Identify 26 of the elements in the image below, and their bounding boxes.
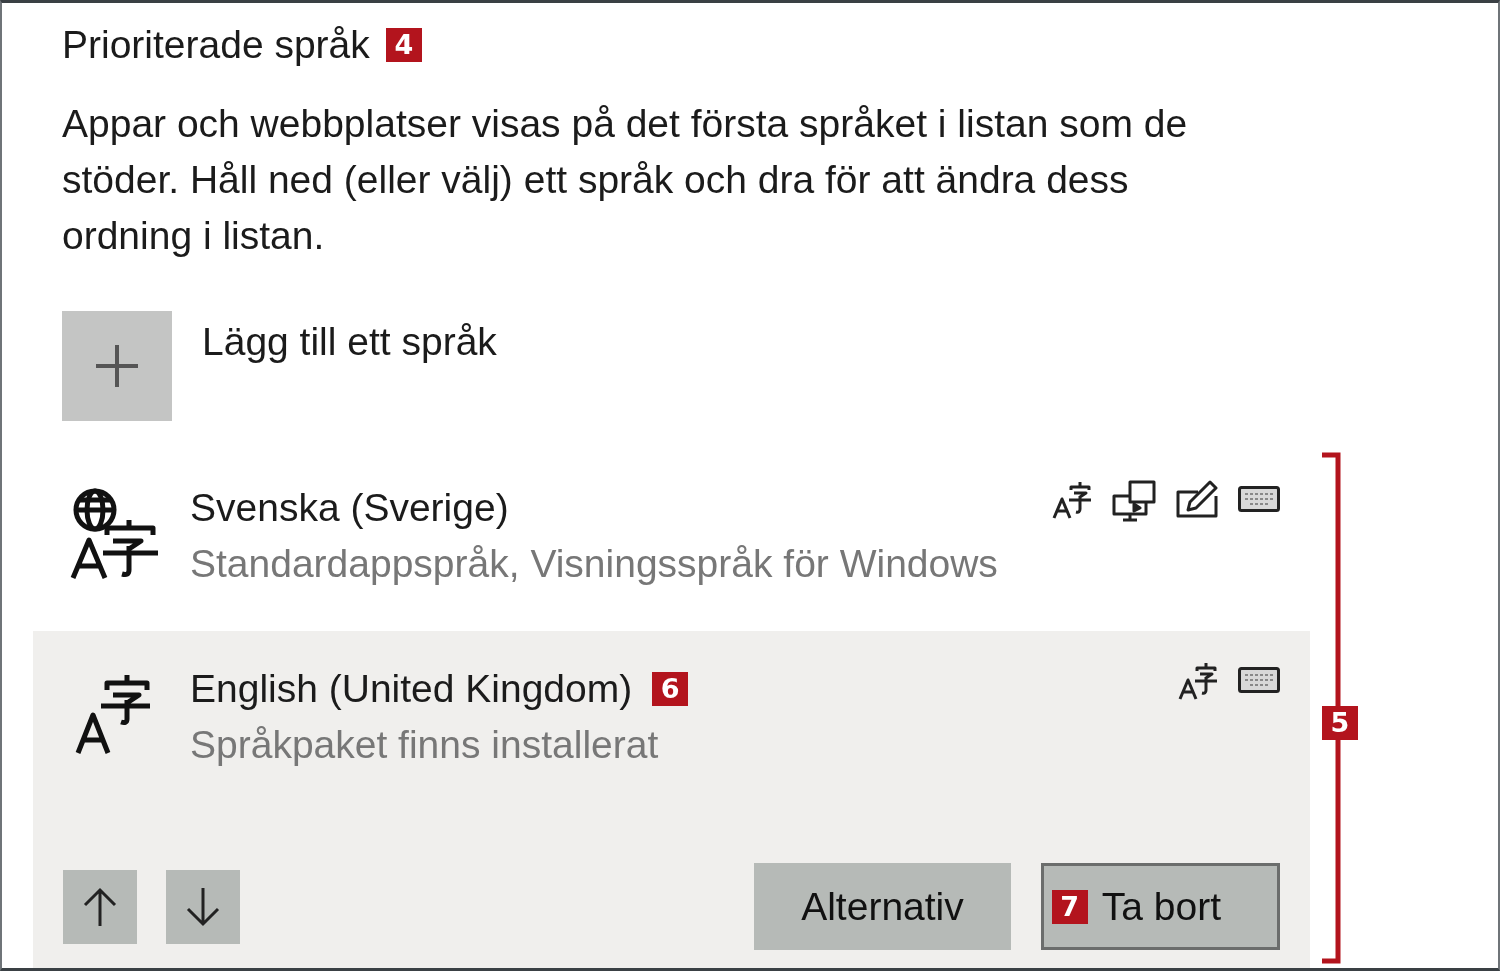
callout-badge: 4	[385, 28, 422, 62]
callout-badge: 7	[1051, 889, 1088, 924]
description-text: Appar och webbplatser visas på det första språket i listan som de stöder. Håll ned (eller välj) ett språk och dra för att ändra dess ordning i listan.	[62, 101, 1189, 259]
action-button[interactable]: 7 Ta bort	[1040, 863, 1280, 950]
language-item[interactable]: English (United Kingdom) 6 Språkpaket finns installerat Alternativ 7 Ta bort	[33, 631, 1310, 968]
language-status: Standardappspråk, Visningsspråk för Windows	[190, 541, 998, 587]
callout-badge: 5	[1322, 706, 1358, 740]
pencil-box-icon	[1176, 480, 1218, 518]
language-name: Svenska (Sverige)	[190, 485, 509, 531]
monitor-icon	[1112, 480, 1156, 522]
letters-icon	[75, 673, 151, 755]
move-down-button[interactable]	[166, 869, 240, 944]
letters-icon	[1178, 661, 1218, 701]
language-name: English (United Kingdom)	[190, 666, 633, 712]
action-button[interactable]: Alternativ	[754, 863, 1011, 950]
move-up-button[interactable]	[63, 869, 137, 944]
section-heading: Prioriterade språk	[62, 22, 370, 68]
letters-icon	[1052, 480, 1092, 520]
plus-icon	[62, 311, 172, 421]
keyboard-icon	[1238, 486, 1280, 512]
language-status: Språkpaket finns installerat	[190, 722, 659, 768]
up-arrow-icon	[83, 886, 117, 927]
add-language-button[interactable]: Lägg till ett språk	[62, 311, 497, 421]
down-arrow-icon	[186, 886, 220, 927]
callout-badge: 6	[652, 672, 689, 706]
keyboard-icon	[1238, 667, 1280, 693]
